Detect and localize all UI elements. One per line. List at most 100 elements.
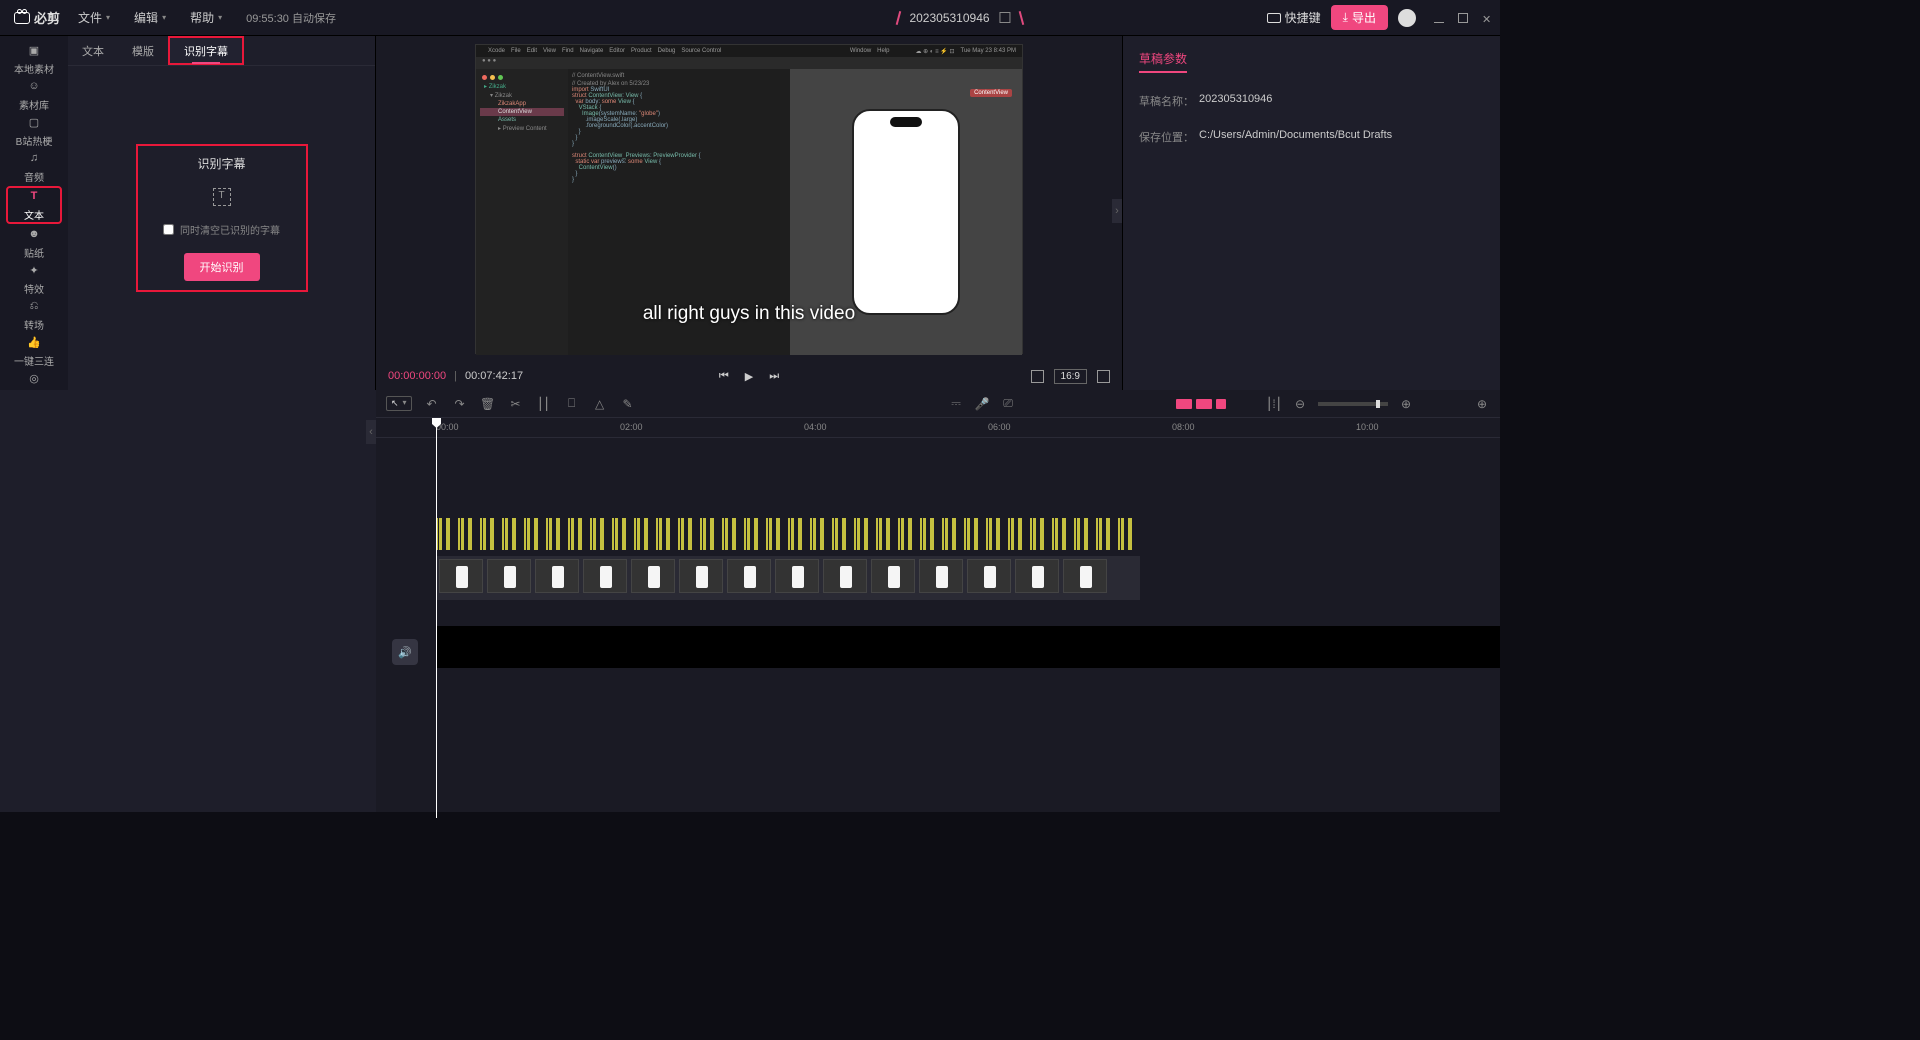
video-thumb[interactable] bbox=[535, 559, 579, 593]
properties-tab[interactable]: 草稿参数 bbox=[1139, 46, 1187, 73]
properties-panel: 草稿参数 草稿名称： 202305310946 保存位置： C:/Users/A… bbox=[1122, 36, 1500, 390]
prev-button[interactable]: ⏮ bbox=[719, 370, 729, 383]
sidebar-item-effect[interactable]: ✦特效 bbox=[6, 262, 62, 296]
preview-file-tree: ▸ Zikzak ▾ Zikzak ZikzakApp ContentView … bbox=[476, 69, 568, 355]
app-logo: 必剪 bbox=[8, 8, 66, 27]
app-name: 必剪 bbox=[34, 8, 60, 27]
autosave-status: 09:55:30 自动保存 bbox=[234, 10, 348, 26]
play-button[interactable]: ▶ bbox=[745, 370, 753, 383]
zoom-in-button[interactable]: ⊕ bbox=[1398, 396, 1414, 412]
edit-project-icon[interactable] bbox=[1000, 12, 1011, 23]
subtitle-scan-icon bbox=[213, 188, 231, 206]
tv-icon: ▢ bbox=[26, 114, 42, 130]
draft-name-value: 202305310946 bbox=[1199, 93, 1272, 109]
pan l-collapse-left[interactable]: ‹ bbox=[366, 420, 376, 444]
mic-button[interactable]: 🎤 bbox=[974, 396, 990, 412]
video-preview[interactable]: XcodeFileEditViewFindNavigateEditorProdu… bbox=[475, 44, 1023, 354]
empty-track[interactable] bbox=[436, 626, 1500, 668]
start-recognize-button[interactable]: 开始识别 bbox=[184, 253, 260, 281]
track-mode-1[interactable] bbox=[1176, 399, 1192, 409]
video-thumb[interactable] bbox=[487, 559, 531, 593]
zoom-slider[interactable] bbox=[1318, 402, 1388, 406]
delete-button[interactable]: 🗑 bbox=[480, 396, 496, 412]
aspect-ratio[interactable]: 16:9 bbox=[1054, 369, 1087, 384]
video-thumb[interactable] bbox=[583, 559, 627, 593]
save-path-value: C:/Users/Admin/Documents/Bcut Drafts bbox=[1199, 129, 1392, 145]
video-thumb[interactable] bbox=[967, 559, 1011, 593]
playback-bar: 00:00:00:00 | 00:07:42:17 ⏮ ▶ ⏭ 16:9 bbox=[376, 362, 1122, 390]
video-thumb[interactable] bbox=[1015, 559, 1059, 593]
magnet-button[interactable]: ⎓ bbox=[948, 396, 964, 412]
panel-collapse-right[interactable]: › bbox=[1112, 199, 1122, 223]
fullscreen-icon[interactable] bbox=[1097, 370, 1110, 383]
mute-button[interactable]: 🔊 bbox=[392, 639, 418, 665]
audio-track[interactable] bbox=[436, 518, 1500, 554]
user-avatar[interactable] bbox=[1398, 9, 1416, 27]
draft-name-label: 草稿名称： bbox=[1139, 93, 1199, 109]
crop-icon[interactable] bbox=[1031, 370, 1044, 383]
clear-checkbox-input[interactable] bbox=[163, 224, 174, 235]
undo-button[interactable]: ↶ bbox=[424, 396, 440, 412]
video-thumb[interactable] bbox=[871, 559, 915, 593]
audio-waveform[interactable] bbox=[436, 518, 1140, 550]
video-thumb[interactable] bbox=[727, 559, 771, 593]
menu-edit[interactable]: 编辑▾ bbox=[122, 9, 178, 26]
logo-icon bbox=[14, 12, 30, 24]
track-mode-3[interactable] bbox=[1216, 399, 1226, 409]
tab-template[interactable]: 模版 bbox=[118, 36, 168, 65]
sidebar-item-like[interactable]: 👍一键三连 bbox=[6, 334, 62, 368]
decor-slash bbox=[1019, 10, 1025, 24]
video-thumb[interactable] bbox=[775, 559, 819, 593]
sidebar-item-library[interactable]: ☺素材库 bbox=[6, 78, 62, 112]
redo-button[interactable]: ↷ bbox=[452, 396, 468, 412]
filter-icon: ◎ bbox=[26, 370, 42, 386]
eyedropper-button[interactable]: ✎ bbox=[620, 396, 636, 412]
video-track[interactable] bbox=[436, 556, 1140, 596]
video-thumb[interactable] bbox=[679, 559, 723, 593]
video-thumb[interactable] bbox=[1063, 559, 1107, 593]
sidebar-item-transition[interactable]: ⎌转场 bbox=[6, 298, 62, 332]
mirror-button[interactable]: △ bbox=[592, 396, 608, 412]
video-thumb[interactable] bbox=[439, 559, 483, 593]
cut-button[interactable]: ✂ bbox=[508, 396, 524, 412]
select-tool[interactable]: ↖ ▾ bbox=[386, 396, 412, 411]
next-button[interactable]: ⏭ bbox=[769, 370, 779, 383]
menu-file[interactable]: 文件▾ bbox=[66, 9, 122, 26]
effect-icon: ✦ bbox=[26, 262, 42, 278]
timeline-left-gutter: ‹ bbox=[0, 390, 376, 812]
sidebar-item-sticker[interactable]: ☻贴纸 bbox=[6, 226, 62, 260]
zoom-out-button[interactable]: ⊖ bbox=[1292, 396, 1308, 412]
crop-button[interactable]: ⎕ bbox=[564, 396, 580, 412]
recognize-box: 识别字幕 同时清空已识别的字幕 开始识别 bbox=[136, 144, 308, 292]
align-button[interactable]: ⎮⁞⎮ bbox=[1266, 396, 1282, 412]
decor-slash bbox=[896, 10, 902, 24]
sidebar-item-trending[interactable]: ▢B站热梗 bbox=[6, 114, 62, 148]
maximize-button[interactable] bbox=[1458, 13, 1468, 23]
video-thumb[interactable] bbox=[919, 559, 963, 593]
folder-icon: ▣ bbox=[26, 42, 42, 58]
playhead[interactable] bbox=[436, 418, 437, 818]
close-button[interactable]: ✕ bbox=[1482, 13, 1492, 23]
video-thumb[interactable] bbox=[823, 559, 867, 593]
sidebar-item-audio[interactable]: ♫音频 bbox=[6, 150, 62, 184]
video-thumb[interactable] bbox=[631, 559, 675, 593]
fit-button[interactable]: ⊕ bbox=[1474, 396, 1490, 412]
menu-help[interactable]: 帮助▾ bbox=[178, 9, 234, 26]
clear-checkbox[interactable]: 同时清空已识别的字幕 bbox=[163, 222, 280, 237]
sticker-icon: ☻ bbox=[26, 226, 42, 242]
timeline-toolbar: ↖ ▾ ↶ ↷ 🗑 ✂ ⎮⎮ ⎕ △ ✎ ⎓ 🎤 ⎚ bbox=[376, 390, 1500, 418]
sidebar: ▣本地素材 ☺素材库 ▢B站热梗 ♫音频 T文本 ☻贴纸 ✦特效 ⎌转场 👍一键… bbox=[0, 36, 68, 390]
split-button[interactable]: ⎮⎮ bbox=[536, 396, 552, 412]
time-total: 00:07:42:17 bbox=[465, 370, 523, 382]
record-button[interactable]: ⎚ bbox=[1000, 396, 1016, 412]
export-button[interactable]: ⤓ 导出 bbox=[1331, 5, 1388, 30]
sidebar-item-text[interactable]: T文本 bbox=[6, 186, 62, 224]
time-ruler[interactable]: 00:00 02:00 04:00 06:00 08:00 10:00 bbox=[376, 418, 1500, 438]
track-mode-2[interactable] bbox=[1196, 399, 1212, 409]
tab-recognize-subtitle[interactable]: 识别字幕 bbox=[168, 36, 244, 65]
shortcut-button[interactable]: 快捷键 bbox=[1267, 9, 1321, 26]
save-path-label: 保存位置： bbox=[1139, 129, 1199, 145]
tab-text[interactable]: 文本 bbox=[68, 36, 118, 65]
sidebar-item-local[interactable]: ▣本地素材 bbox=[6, 42, 62, 76]
minimize-button[interactable] bbox=[1434, 13, 1444, 23]
